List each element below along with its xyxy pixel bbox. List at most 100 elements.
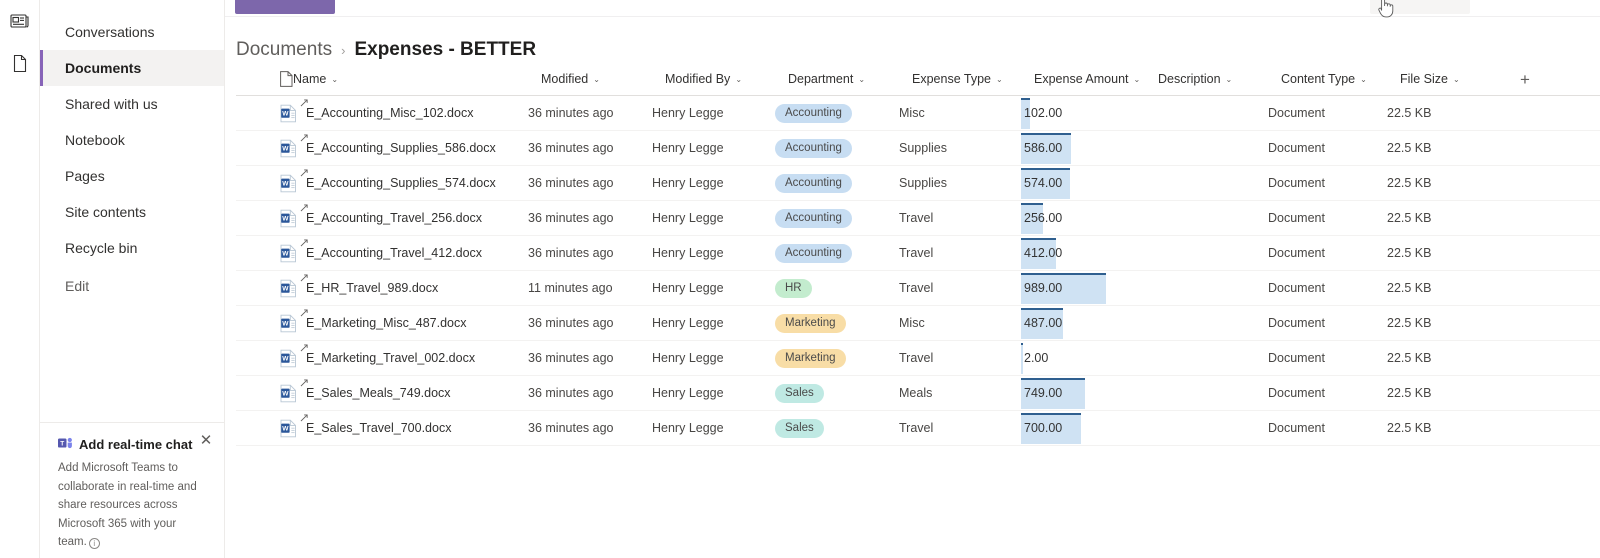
expense-amount-value: 749.00 <box>1024 386 1063 400</box>
word-file-icon: W <box>280 314 297 333</box>
file-type-column-header[interactable] <box>236 71 293 87</box>
department-cell: Accounting <box>775 208 899 228</box>
svg-text:W: W <box>282 425 289 432</box>
content-type-cell: Document <box>1268 176 1325 190</box>
column-header-expense-type[interactable]: Expense Type ⌄ <box>912 72 1034 86</box>
sidebar-item-pages[interactable]: Pages <box>40 158 224 194</box>
table-row[interactable]: W E_Sales_Meals_749.docx 36 minutes ago … <box>236 376 1600 411</box>
expense-amount-cell: 412.00 <box>1021 236 1145 271</box>
expense-amount-value: 574.00 <box>1024 176 1063 190</box>
file-name-cell: W E_Accounting_Travel_256.docx <box>280 204 528 228</box>
word-file-icon: W <box>280 209 297 228</box>
expense-type-cell: Meals <box>899 386 933 400</box>
chevron-down-icon: ⌄ <box>1452 75 1460 84</box>
column-header-name[interactable]: Name ⌄ <box>293 72 541 86</box>
expense-type-cell: Travel <box>899 246 934 260</box>
sidebar-edit-link[interactable]: Edit <box>40 268 224 304</box>
breadcrumb-root[interactable]: Documents <box>236 39 332 61</box>
svg-text:W: W <box>282 145 289 152</box>
table-row[interactable]: W E_Accounting_Supplies_574.docx 36 minu… <box>236 166 1600 201</box>
teams-promo-card: ✕ T Add real-time chat Add Microsoft Tea… <box>40 421 224 558</box>
chevron-down-icon: ⌄ <box>1225 75 1233 84</box>
file-name-link[interactable]: E_Marketing_Travel_002.docx <box>300 344 476 365</box>
modified-cell: 36 minutes ago <box>528 421 614 435</box>
new-button[interactable] <box>235 0 335 14</box>
file-name-link[interactable]: E_Accounting_Travel_412.docx <box>300 239 483 260</box>
expense-amount-cell: 749.00 <box>1021 376 1145 411</box>
sidebar-item-site-contents[interactable]: Site contents <box>40 194 224 230</box>
breadcrumb-separator-icon: › <box>341 43 346 58</box>
content-type-cell: Document <box>1268 281 1325 295</box>
teams-icon: T <box>58 437 73 452</box>
modified-by-cell: Henry Legge <box>652 141 724 155</box>
department-cell: Sales <box>775 383 899 403</box>
column-header-department[interactable]: Department ⌄ <box>788 72 912 86</box>
table-row[interactable]: W E_Sales_Travel_700.docx 36 minutes ago… <box>236 411 1600 446</box>
close-icon[interactable]: ✕ <box>198 432 214 449</box>
expense-type-cell: Travel <box>899 421 934 435</box>
table-row[interactable]: W E_Accounting_Misc_102.docx 36 minutes … <box>236 96 1600 131</box>
word-file-icon: W <box>280 419 297 438</box>
file-name-link[interactable]: E_Accounting_Misc_102.docx <box>300 99 473 120</box>
file-name-text: E_Accounting_Supplies_586.docx <box>306 141 496 155</box>
column-header-modified[interactable]: Modified ⌄ <box>541 72 665 86</box>
table-row[interactable]: W E_Accounting_Travel_412.docx 36 minute… <box>236 236 1600 271</box>
sidebar-item-conversations[interactable]: Conversations <box>40 14 224 50</box>
file-size-cell: 22.5 KB <box>1387 141 1432 155</box>
table-row[interactable]: W E_Marketing_Travel_002.docx 36 minutes… <box>236 341 1600 376</box>
sidebar-item-documents[interactable]: Documents <box>40 50 224 86</box>
svg-text:W: W <box>282 390 289 397</box>
news-icon[interactable] <box>4 5 36 37</box>
file-name-text: E_Sales_Meals_749.docx <box>306 386 451 400</box>
file-name-link[interactable]: E_Accounting_Supplies_574.docx <box>300 169 496 190</box>
column-header-expense-amount[interactable]: Expense Amount ⌄ <box>1034 72 1158 86</box>
expense-amount-cell: 256.00 <box>1021 201 1145 236</box>
info-icon[interactable]: i <box>88 538 100 550</box>
file-name-link[interactable]: E_Sales_Travel_700.docx <box>300 414 451 435</box>
file-name-link[interactable]: E_Marketing_Misc_487.docx <box>300 309 467 330</box>
content-type-cell: Document <box>1268 141 1325 155</box>
expense-amount-cell: 2.00 <box>1021 341 1145 376</box>
sidebar-item-shared-with-us[interactable]: Shared with us <box>40 86 224 122</box>
sidebar-item-recycle-bin[interactable]: Recycle bin <box>40 230 224 266</box>
document-icon[interactable] <box>4 47 36 79</box>
add-column-button[interactable]: + <box>1520 71 1560 88</box>
file-size-cell: 22.5 KB <box>1387 316 1432 330</box>
column-header-content-type[interactable]: Content Type ⌄ <box>1281 72 1400 86</box>
chevron-down-icon: ⌄ <box>996 75 1003 84</box>
modified-by-cell: Henry Legge <box>652 421 724 435</box>
table-row[interactable]: W E_Accounting_Supplies_586.docx 36 minu… <box>236 131 1600 166</box>
table-row[interactable]: W E_Accounting_Travel_256.docx 36 minute… <box>236 201 1600 236</box>
modified-by-cell: Henry Legge <box>652 211 724 225</box>
file-name-text: E_Marketing_Travel_002.docx <box>306 351 476 365</box>
department-cell: Accounting <box>775 138 899 158</box>
modified-cell: 36 minutes ago <box>528 176 614 190</box>
file-name-text: E_Marketing_Misc_487.docx <box>306 316 467 330</box>
file-name-text: E_Accounting_Travel_412.docx <box>306 246 483 260</box>
content-type-cell: Document <box>1268 211 1325 225</box>
modified-cell: 36 minutes ago <box>528 316 614 330</box>
chevron-down-icon: ⌄ <box>1360 75 1367 84</box>
modified-by-cell: Henry Legge <box>652 246 724 260</box>
file-name-link[interactable]: E_Accounting_Travel_256.docx <box>300 204 482 225</box>
table-row[interactable]: W E_HR_Travel_989.docx 11 minutes ago He… <box>236 271 1600 306</box>
column-header-file-size[interactable]: File Size ⌄ <box>1400 72 1520 86</box>
file-name-link[interactable]: E_Accounting_Supplies_586.docx <box>300 134 496 155</box>
svg-text:W: W <box>282 320 289 327</box>
sidebar-item-notebook[interactable]: Notebook <box>40 122 224 158</box>
column-header-description[interactable]: Description ⌄ <box>1158 72 1281 86</box>
expense-amount-data-bar <box>1021 342 1023 374</box>
table-row[interactable]: W E_Marketing_Misc_487.docx 36 minutes a… <box>236 306 1600 341</box>
view-options-button[interactable] <box>1370 0 1470 14</box>
svg-text:W: W <box>282 355 289 362</box>
chevron-down-icon: ⌄ <box>858 75 866 84</box>
file-size-cell: 22.5 KB <box>1387 176 1432 190</box>
chevron-down-icon: ⌄ <box>593 75 600 84</box>
svg-text:T: T <box>60 440 64 447</box>
file-name-link[interactable]: E_Sales_Meals_749.docx <box>300 379 451 400</box>
file-name-link[interactable]: E_HR_Travel_989.docx <box>300 274 438 295</box>
column-header-modified-by[interactable]: Modified By ⌄ <box>665 72 788 86</box>
main-content: Documents › Expenses - BETTER Name ⌄ Mod… <box>225 0 1600 558</box>
column-header-name-label: Name <box>293 72 327 86</box>
table-header-row: Name ⌄ Modified ⌄ Modified By ⌄ Departme… <box>236 63 1600 96</box>
